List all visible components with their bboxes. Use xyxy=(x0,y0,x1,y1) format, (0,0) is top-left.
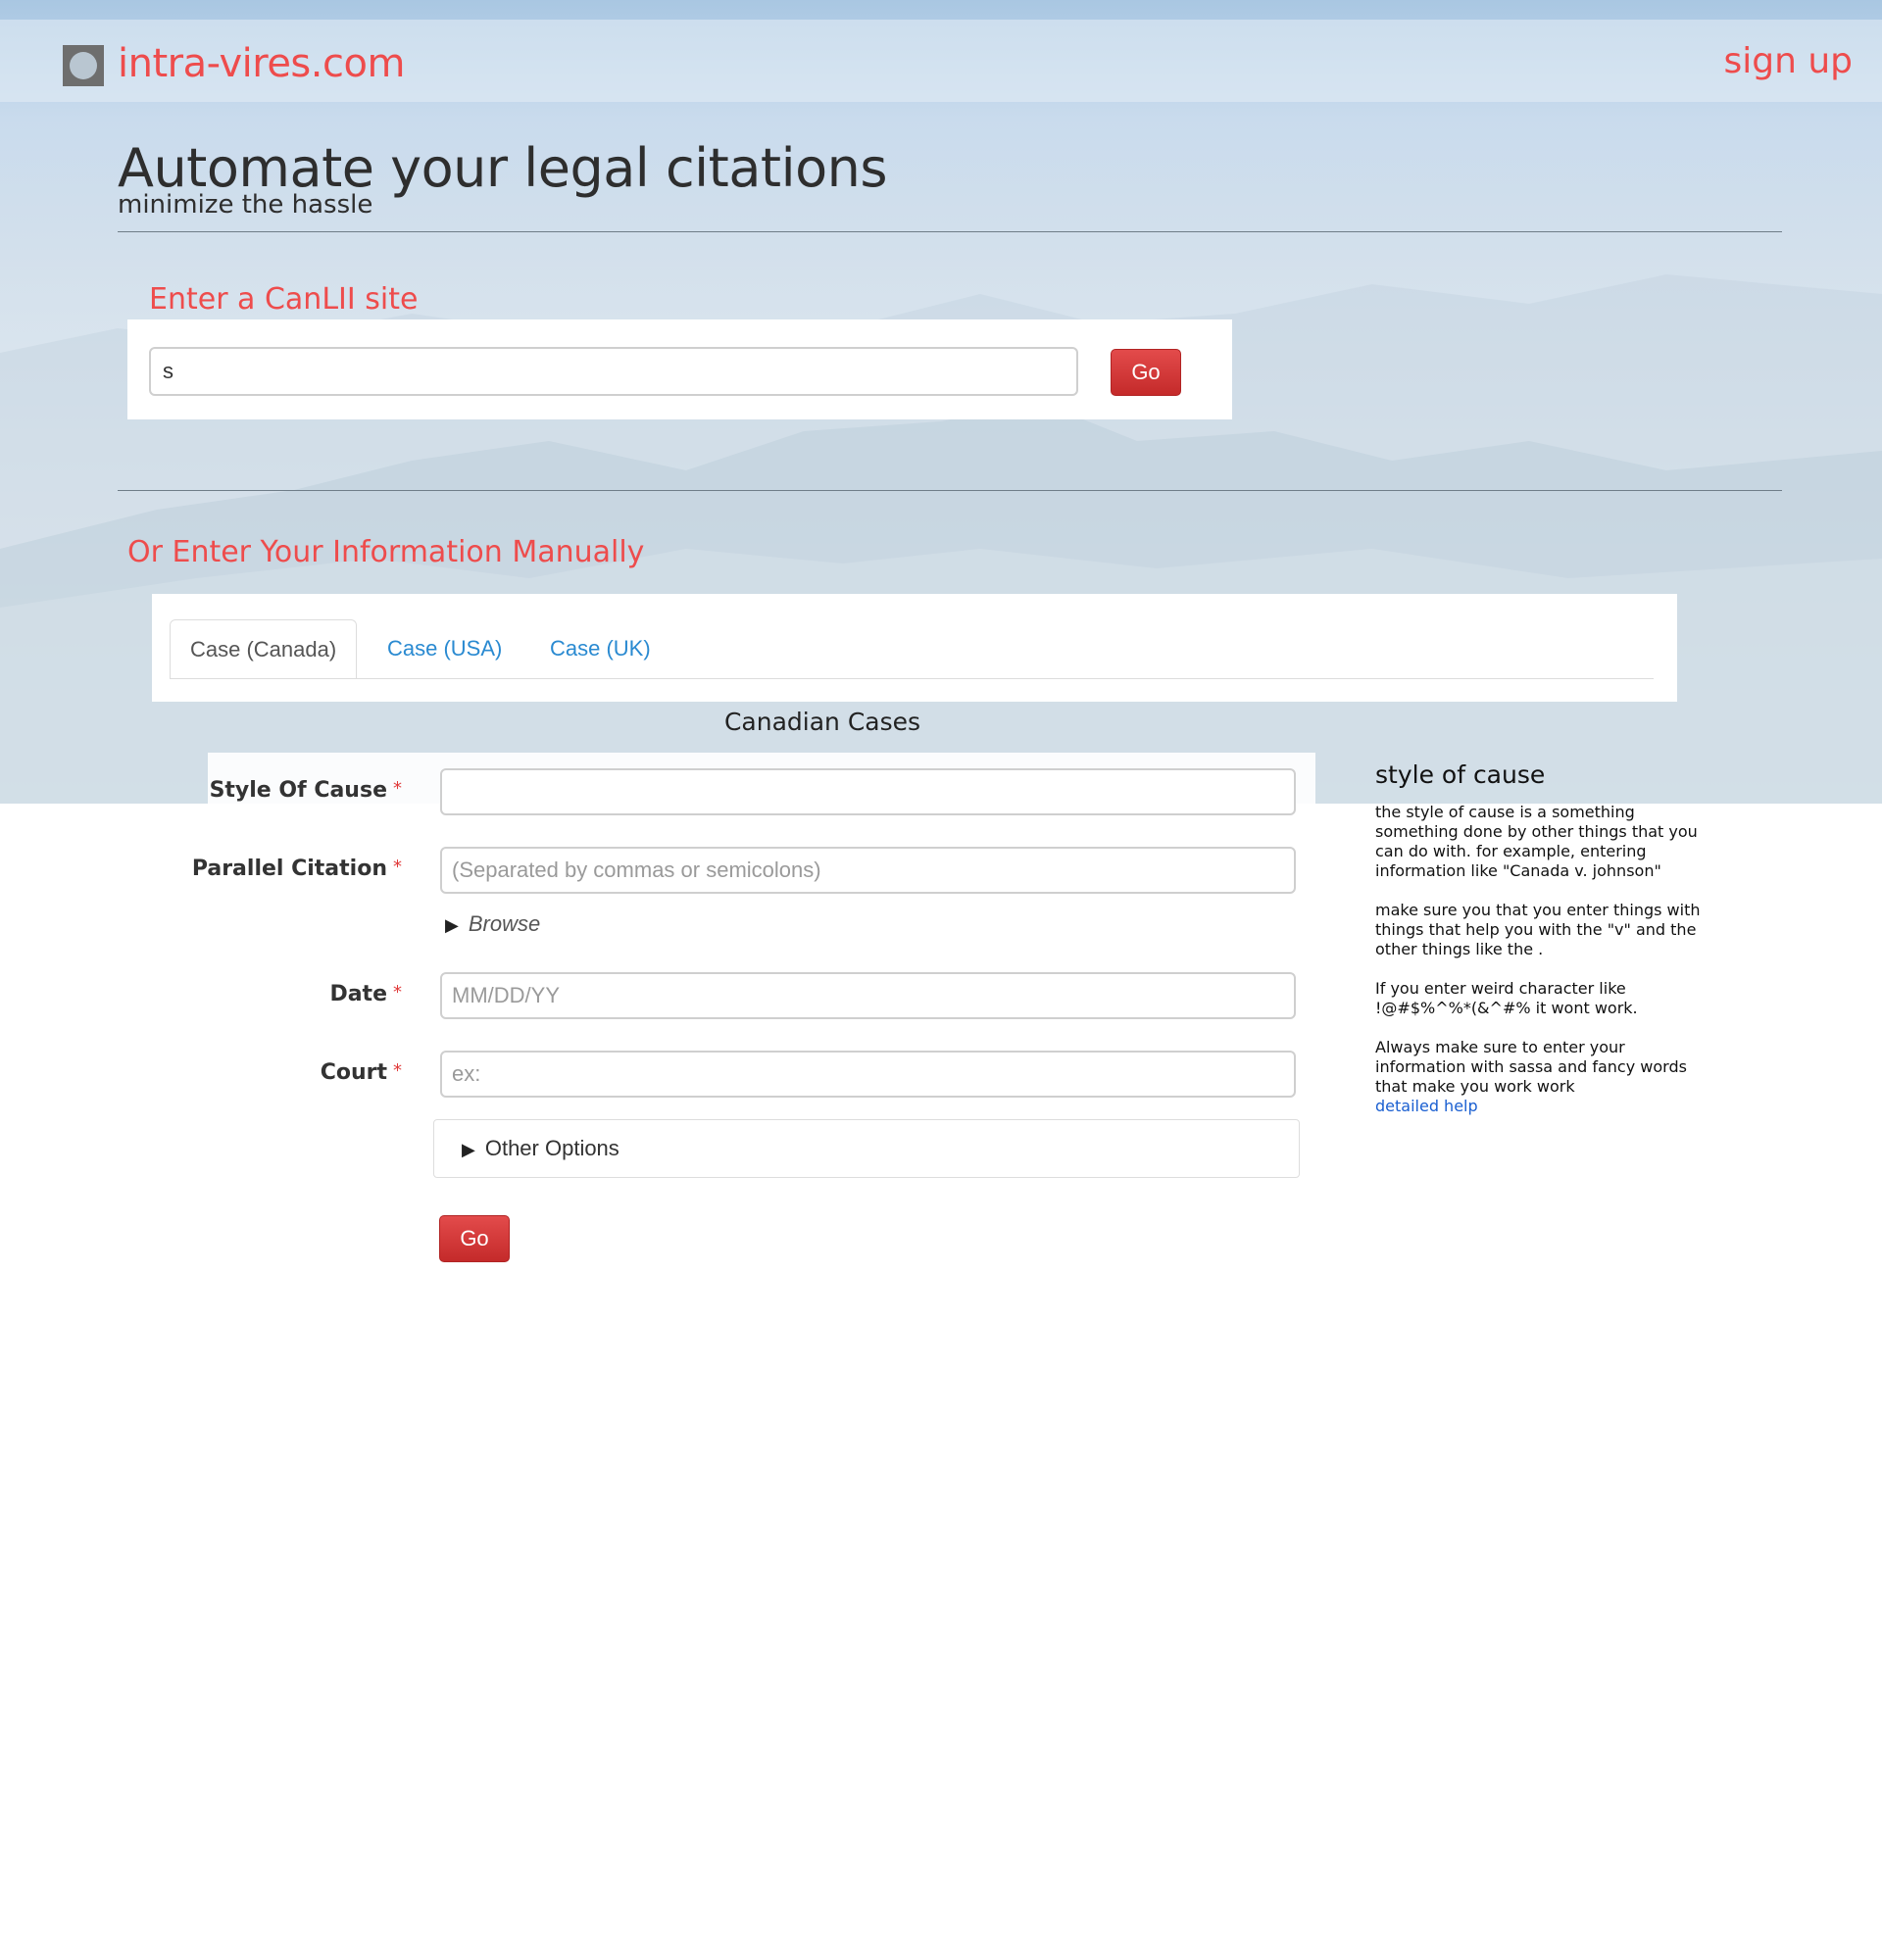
style-of-cause-input[interactable] xyxy=(440,768,1296,815)
court-label-text: Court xyxy=(320,1060,387,1085)
parallel-citation-input[interactable] xyxy=(440,847,1296,894)
canlii-heading: Enter a CanLII site xyxy=(149,282,419,317)
required-marker: * xyxy=(393,982,402,1003)
tab-case-canada[interactable]: Case (Canada) xyxy=(170,619,358,679)
style-of-cause-label-text: Style Of Cause xyxy=(209,778,387,803)
help-paragraph: Always make sure to enter your informati… xyxy=(1375,1038,1687,1096)
court-input[interactable] xyxy=(440,1051,1296,1098)
help-paragraph: the style of cause is a something someth… xyxy=(1375,803,1698,880)
help-paragraph: If you enter weird character like !@#$%^… xyxy=(1375,979,1638,1017)
manual-heading: Or Enter Your Information Manually xyxy=(127,535,645,569)
caret-right-icon: ▶ xyxy=(445,915,459,935)
divider xyxy=(118,231,1782,232)
required-marker: * xyxy=(393,1060,402,1081)
tab-case-uk[interactable]: Case (UK) xyxy=(530,619,670,678)
detailed-help-link[interactable]: detailed help xyxy=(1375,1097,1478,1115)
parallel-citation-label: Parallel Citation * xyxy=(0,857,402,881)
date-input[interactable] xyxy=(440,972,1296,1019)
parallel-citation-label-text: Parallel Citation xyxy=(191,857,387,881)
date-label: Date * xyxy=(0,982,402,1006)
tab-case-usa[interactable]: Case (USA) xyxy=(368,619,521,678)
help-title: style of cause xyxy=(1375,760,1546,789)
case-tabs: Case (Canada) Case (USA) Case (UK) xyxy=(152,594,1677,702)
signup-link[interactable]: sign up xyxy=(1723,41,1853,81)
court-label: Court * xyxy=(0,1060,402,1085)
top-navbar: intra-vires.com sign up xyxy=(0,20,1882,102)
canlii-panel: Go xyxy=(127,319,1232,419)
other-options-toggle[interactable]: ▶ Other Options xyxy=(433,1119,1300,1178)
help-paragraph: make sure you that you enter things with… xyxy=(1375,901,1701,958)
page-subtitle: minimize the hassle xyxy=(118,190,373,220)
logo-icon xyxy=(63,45,104,86)
caret-right-icon: ▶ xyxy=(462,1140,475,1159)
submit-go-button[interactable]: Go xyxy=(439,1215,510,1262)
browse-label: Browse xyxy=(468,911,541,936)
section-title: Canadian Cases xyxy=(723,708,921,736)
brand-link[interactable]: intra-vires.com xyxy=(118,41,405,86)
required-marker: * xyxy=(393,857,402,877)
canlii-go-button[interactable]: Go xyxy=(1111,349,1181,396)
browse-toggle[interactable]: ▶ Browse xyxy=(445,911,540,937)
canlii-url-input[interactable] xyxy=(149,347,1078,396)
style-of-cause-label: Style Of Cause * xyxy=(0,778,402,803)
other-options-label: Other Options xyxy=(484,1136,619,1160)
help-sidebar: style of cause the style of cause is a s… xyxy=(1375,760,1709,1115)
divider xyxy=(118,490,1782,491)
tabs-underline xyxy=(170,678,1654,679)
date-label-text: Date xyxy=(329,982,387,1006)
required-marker: * xyxy=(393,778,402,799)
